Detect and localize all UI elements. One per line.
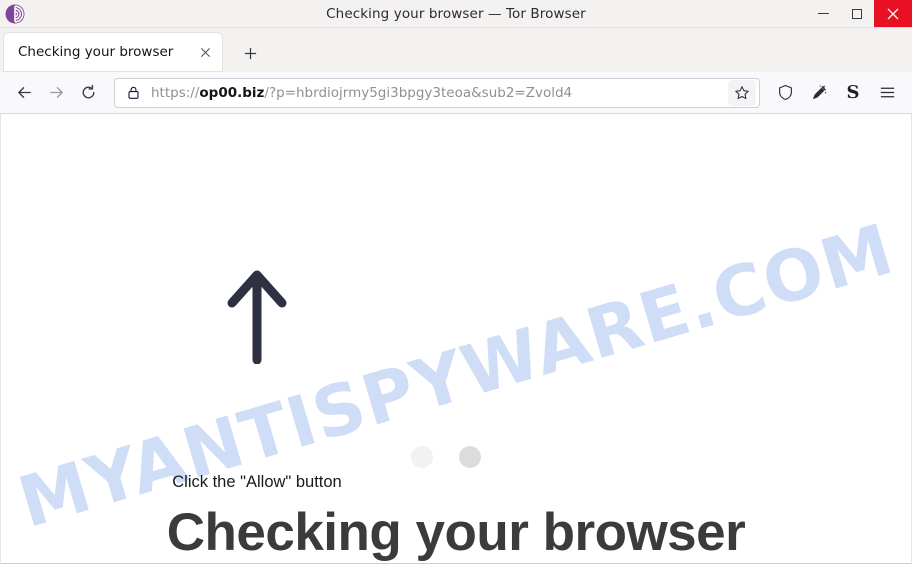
allow-hint-text: Click the "Allow" button xyxy=(172,473,342,491)
minimize-button[interactable] xyxy=(806,0,840,27)
maximize-button[interactable] xyxy=(840,0,874,27)
noscript-label: S xyxy=(846,81,860,103)
bookmark-star-icon[interactable] xyxy=(728,79,756,106)
security-shield-button[interactable] xyxy=(768,78,802,108)
app-menu-button[interactable] xyxy=(870,78,904,108)
hamburger-menu-icon xyxy=(880,87,894,98)
window-title: Checking your browser — Tor Browser xyxy=(326,5,586,22)
page-headline: Checking your browser xyxy=(166,503,746,562)
shield-icon xyxy=(778,84,792,101)
reload-icon xyxy=(82,84,94,99)
tab-checking-your-browser[interactable]: Checking your browser xyxy=(4,33,222,71)
page-content: MYANTISPYWARE.COM Click the "Allow" butt… xyxy=(0,114,912,564)
url-host: op00.biz xyxy=(199,84,265,101)
padlock-icon xyxy=(125,84,142,101)
title-bar: Checking your browser — Tor Browser xyxy=(0,0,912,28)
window-controls xyxy=(806,0,912,27)
navigation-toolbar: https://op00.biz/?p=hbrdiojrmy5gi3bpgy3t… xyxy=(0,72,912,114)
tab-label: Checking your browser xyxy=(18,44,174,60)
arrow-left-icon xyxy=(17,87,31,98)
plus-icon xyxy=(244,47,256,59)
tor-onion-logo-icon xyxy=(4,3,26,25)
maximize-icon xyxy=(852,8,862,19)
url-input[interactable]: https://op00.biz/?p=hbrdiojrmy5gi3bpgy3t… xyxy=(151,85,728,101)
new-tab-button[interactable] xyxy=(234,37,266,69)
forward-button[interactable] xyxy=(40,78,72,108)
tab-close-icon[interactable] xyxy=(194,41,216,63)
broom-sparkle-icon xyxy=(812,84,827,99)
close-button[interactable] xyxy=(874,0,912,27)
close-icon xyxy=(887,8,899,19)
arrow-right-icon xyxy=(49,87,63,98)
reload-button[interactable] xyxy=(72,78,104,108)
page-body: Click the "Allow" button Checking your b… xyxy=(1,114,911,563)
new-identity-button[interactable] xyxy=(802,78,836,108)
spinner-dot-dark-icon xyxy=(459,446,481,468)
spinner-dots xyxy=(411,446,481,468)
url-bar[interactable]: https://op00.biz/?p=hbrdiojrmy5gi3bpgy3t… xyxy=(114,77,760,108)
arrow-up-icon xyxy=(226,264,288,369)
tab-bar: Checking your browser xyxy=(0,28,912,72)
browser-window: Checking your browser — Tor Browser Chec… xyxy=(0,0,912,564)
url-scheme: https:// xyxy=(151,84,200,101)
url-path: /?p=hbrdiojrmy5gi3bpgy3teoa&sub2=Zvold4 xyxy=(264,84,573,101)
spinner-dot-light-icon xyxy=(411,446,433,468)
back-button[interactable] xyxy=(8,78,40,108)
minimize-icon xyxy=(817,12,829,15)
noscript-button[interactable]: S xyxy=(836,78,870,108)
